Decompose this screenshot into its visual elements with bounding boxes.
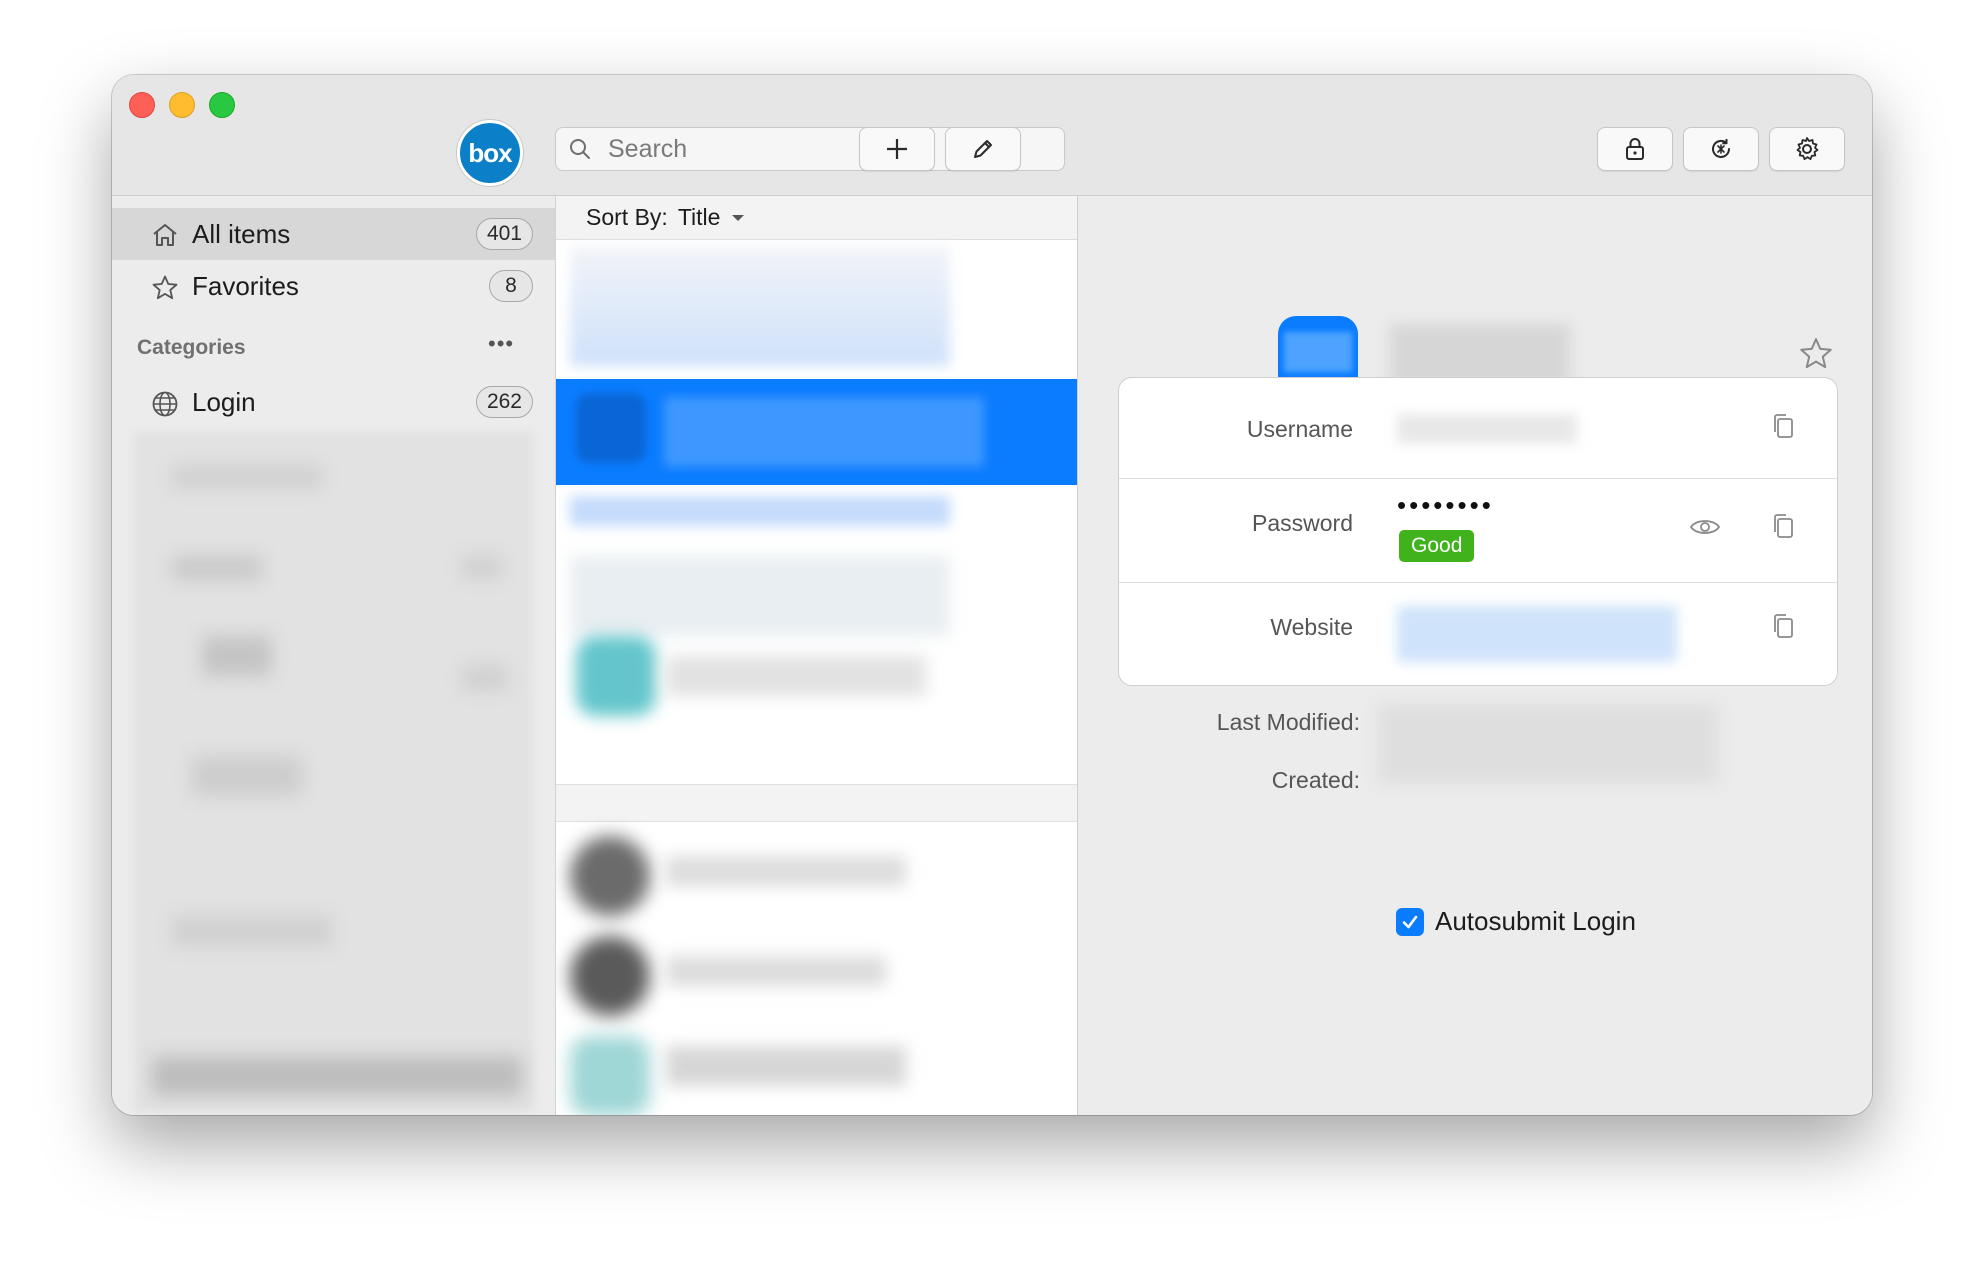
list-item[interactable] [666, 856, 906, 886]
star-icon [152, 275, 178, 300]
item-list: Sort By: Title [556, 196, 1078, 1115]
list-item-selected[interactable] [556, 379, 1077, 485]
username-row[interactable]: Username [1119, 378, 1837, 479]
last-modified-label: Last Modified: [1216, 709, 1360, 735]
list-item[interactable] [570, 246, 950, 366]
list-item[interactable] [666, 656, 926, 696]
item-icon [570, 936, 650, 1016]
username-value [1397, 414, 1577, 444]
created-label: Created: [1271, 767, 1360, 793]
sidebar: All items 401 Favorites 8 Categories •••… [112, 196, 556, 1115]
sidebar-item-label: Favorites [192, 270, 299, 301]
sidebar-item-label: Login [192, 386, 256, 417]
list-item[interactable] [570, 496, 950, 526]
checkmark-icon [1402, 915, 1418, 929]
redacted-sidebar-row [172, 466, 322, 488]
list-item[interactable] [666, 956, 886, 986]
lock-button[interactable] [1597, 127, 1673, 171]
add-icon [887, 139, 907, 159]
search-icon [570, 139, 590, 159]
sidebar-item-favorites[interactable]: Favorites 8 [112, 260, 555, 312]
field-label: Password [1252, 510, 1353, 536]
edit-item-button[interactable] [945, 127, 1021, 171]
globe-icon [152, 391, 178, 417]
item-count-badge: 8 [489, 270, 533, 302]
list-item[interactable] [666, 1046, 906, 1086]
autosubmit-label[interactable]: Autosubmit Login [1435, 906, 1636, 937]
copy-icon[interactable] [1771, 612, 1795, 640]
item-detail: Username Password •••••••• Good Website … [1078, 196, 1872, 1115]
password-strength-badge: Good [1399, 530, 1475, 562]
item-icon [576, 393, 646, 463]
password-value: •••••••• [1397, 490, 1494, 520]
redacted-sidebar-row [172, 556, 262, 580]
sort-label: Sort By: [586, 204, 668, 230]
list-item[interactable] [570, 556, 950, 636]
sidebar-item-label: All items [192, 218, 291, 249]
item-icon [576, 636, 656, 716]
redacted-sidebar-row [192, 756, 302, 796]
edit-icon [974, 140, 992, 158]
item-count-badge: 401 [475, 218, 533, 250]
sync-button[interactable] [1683, 127, 1759, 171]
settings-button[interactable] [1769, 127, 1845, 171]
sidebar-item-login[interactable]: Login 262 [112, 376, 555, 428]
item-icon [570, 1036, 650, 1115]
sidebar-item-all-items[interactable]: All items 401 [112, 208, 555, 260]
app-window: box Search All items 401 Favorites 8 Cat… [112, 75, 1872, 1115]
sync-icon [1712, 139, 1730, 158]
categories-heading: Categories [137, 336, 246, 359]
add-item-button[interactable] [859, 127, 935, 171]
item-icon-content [1284, 332, 1352, 372]
redacted-sidebar-row [152, 1056, 522, 1096]
website-row[interactable]: Website [1119, 582, 1837, 685]
website-value[interactable] [1397, 606, 1677, 662]
redacted-sidebar-row [462, 666, 507, 690]
copy-icon[interactable] [1771, 512, 1795, 540]
home-icon [153, 224, 177, 246]
sort-value[interactable]: Title [678, 204, 721, 231]
chevron-down-icon [732, 214, 745, 221]
list-section-header [556, 784, 1077, 822]
gear-icon [1796, 137, 1819, 160]
item-icon [570, 836, 650, 916]
close-window-button[interactable] [129, 92, 155, 118]
password-row[interactable]: Password •••••••• Good [1119, 478, 1837, 583]
logo-text: box [468, 137, 512, 168]
redacted-sidebar-row [202, 636, 272, 676]
copy-icon[interactable] [1771, 412, 1795, 440]
zoom-window-button[interactable] [209, 92, 235, 118]
item-title [664, 397, 984, 467]
account-logo[interactable]: box [457, 120, 523, 186]
lock-icon [1626, 138, 1644, 160]
field-label: Username [1246, 416, 1353, 442]
eye-icon[interactable] [1689, 516, 1721, 538]
redacted-sidebar-row [462, 556, 502, 578]
sort-control[interactable]: Sort By: Title [556, 196, 1077, 240]
autosubmit-checkbox[interactable] [1396, 908, 1424, 936]
redacted-sidebar-row [172, 916, 332, 946]
field-label: Website [1270, 614, 1353, 640]
minimize-window-button[interactable] [169, 92, 195, 118]
item-count-badge: 262 [475, 386, 533, 418]
fields-card: Username Password •••••••• Good Website [1118, 377, 1838, 686]
star-icon[interactable] [1798, 336, 1834, 372]
categories-more-button[interactable]: ••• [488, 331, 514, 357]
dates-value [1378, 704, 1718, 784]
toolbar: box [112, 75, 1872, 196]
